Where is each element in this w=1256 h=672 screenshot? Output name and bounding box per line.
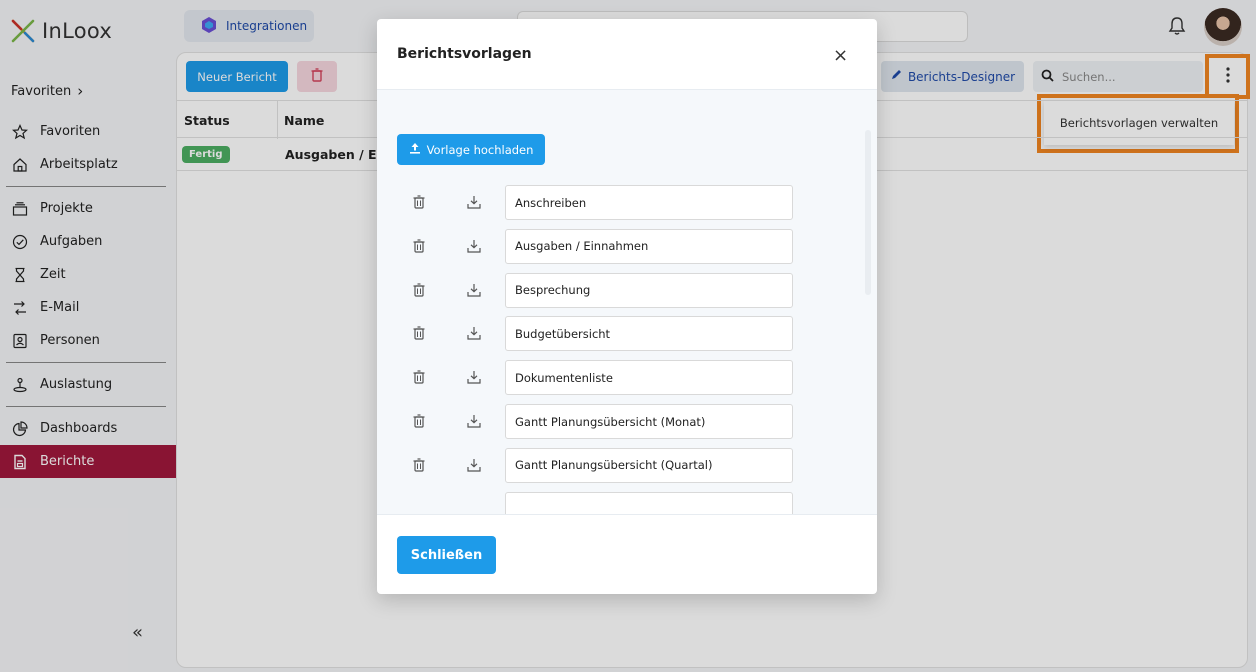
trash-icon[interactable] xyxy=(413,457,425,476)
download-icon[interactable] xyxy=(467,194,481,213)
download-icon[interactable] xyxy=(467,282,481,301)
template-row: Dokumentenliste xyxy=(397,360,817,396)
trash-icon[interactable] xyxy=(413,282,425,301)
trash-icon[interactable] xyxy=(413,194,425,213)
template-row: Ausgaben / Einnahmen xyxy=(397,228,817,264)
close-dialog-button[interactable]: Schließen xyxy=(397,536,496,574)
template-name-field[interactable] xyxy=(505,491,793,514)
dialog-footer: Schließen xyxy=(377,515,877,594)
download-icon[interactable] xyxy=(467,238,481,257)
template-row: Budgetübersicht xyxy=(397,316,817,352)
download-icon[interactable] xyxy=(467,369,481,388)
template-row: Besprechung xyxy=(397,272,817,308)
template-name-field[interactable]: Gantt Planungsübersicht (Monat) xyxy=(505,404,793,439)
template-name-field[interactable]: Gantt Planungsübersicht (Quartal) xyxy=(505,447,793,483)
close-icon[interactable]: × xyxy=(833,45,848,66)
upload-template-label: Vorlage hochladen xyxy=(426,142,534,157)
template-row: Gantt Planungsübersicht (Quartal) xyxy=(397,447,817,483)
report-templates-dialog: Berichtsvorlagen × Vorlage hochladen Ans… xyxy=(377,19,877,594)
download-icon[interactable] xyxy=(467,413,481,432)
template-name-field[interactable]: Besprechung xyxy=(505,272,793,308)
template-name-field[interactable]: Ausgaben / Einnahmen xyxy=(505,228,793,264)
template-name-field[interactable]: Budgetübersicht xyxy=(505,316,793,352)
dialog-title: Berichtsvorlagen xyxy=(397,46,532,62)
trash-icon[interactable] xyxy=(413,325,425,344)
upload-icon xyxy=(409,142,421,157)
download-icon[interactable] xyxy=(467,325,481,344)
dialog-header: Berichtsvorlagen × xyxy=(377,19,877,90)
trash-icon[interactable] xyxy=(413,238,425,257)
template-name-field[interactable]: Dokumentenliste xyxy=(505,360,793,396)
template-row: Gantt Planungsübersicht (Monat) xyxy=(397,404,817,439)
trash-icon[interactable] xyxy=(413,413,425,432)
template-row: Anschreiben xyxy=(397,185,817,220)
dialog-body: Vorlage hochladen Anschreiben Ausgaben / … xyxy=(377,90,877,515)
upload-template-button[interactable]: Vorlage hochladen xyxy=(397,134,545,165)
trash-icon[interactable] xyxy=(413,369,425,388)
dialog-scrollbar[interactable] xyxy=(865,130,871,295)
template-row-partial xyxy=(397,491,817,514)
download-icon[interactable] xyxy=(467,457,481,476)
template-name-field[interactable]: Anschreiben xyxy=(505,185,793,220)
